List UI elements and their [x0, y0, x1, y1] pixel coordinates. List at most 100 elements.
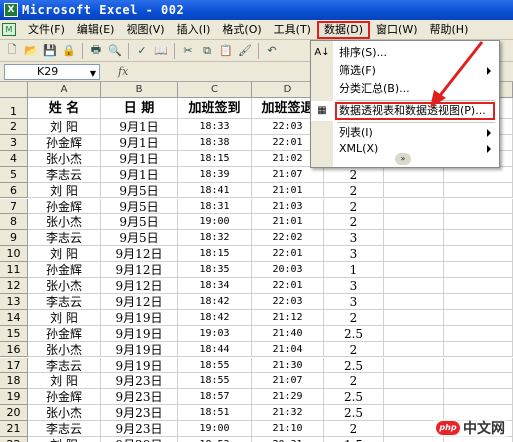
table-cell[interactable]: 21:29 [252, 389, 324, 406]
table-cell[interactable]: 21:10 [252, 421, 324, 437]
table-cell[interactable] [444, 389, 513, 406]
table-cell[interactable]: 19:00 [178, 214, 252, 231]
menu-tools[interactable]: 工具(T) [268, 21, 317, 39]
table-cell[interactable]: 孙金辉 [28, 262, 101, 278]
table-cell[interactable]: 21:32 [252, 405, 324, 422]
table-cell[interactable]: 张小杰 [28, 341, 101, 358]
row-header[interactable]: 20 [0, 405, 28, 422]
expand-menu-icon[interactable]: » [395, 153, 411, 165]
table-cell[interactable]: 张小杰 [28, 150, 101, 167]
table-cell[interactable] [444, 293, 513, 310]
table-cell[interactable]: 9月1日 [101, 134, 178, 151]
table-cell[interactable] [384, 214, 444, 231]
row-header[interactable]: 22 [0, 437, 28, 442]
menu-insert[interactable]: 插入(I) [171, 21, 217, 39]
table-cell[interactable]: 李志云 [28, 357, 101, 374]
table-cell[interactable] [444, 246, 513, 263]
table-cell[interactable] [444, 278, 513, 294]
row-header[interactable]: 2 [0, 119, 28, 135]
table-cell[interactable]: 李志云 [28, 166, 101, 183]
excel-app-icon[interactable]: X [4, 3, 18, 17]
table-cell[interactable]: 2.5 [324, 389, 384, 406]
table-cell[interactable]: 18:34 [178, 278, 252, 294]
row-header[interactable]: 15 [0, 325, 28, 342]
table-cell[interactable]: 21:01 [252, 182, 324, 199]
table-cell[interactable]: 21:07 [252, 373, 324, 390]
new-icon[interactable]: 🗋 [4, 43, 20, 59]
table-cell[interactable] [384, 293, 444, 310]
table-cell[interactable]: 21:40 [252, 325, 324, 342]
table-cell[interactable]: 9月5日 [101, 182, 178, 199]
table-cell[interactable]: 2.5 [324, 325, 384, 342]
table-cell[interactable] [384, 389, 444, 406]
row-header[interactable]: 16 [0, 341, 28, 358]
table-cell[interactable]: 18:42 [178, 309, 252, 326]
menu-format[interactable]: 格式(O) [216, 21, 267, 39]
table-cell[interactable]: 刘 阳 [28, 182, 101, 199]
column-header-b[interactable]: B [101, 82, 178, 98]
format-painter-icon[interactable]: 🖌 [237, 43, 253, 59]
column-header-a[interactable]: A [28, 82, 101, 98]
table-cell[interactable]: 22:02 [252, 230, 324, 247]
table-cell[interactable]: 1.5 [324, 437, 384, 442]
table-cell[interactable]: 22:01 [252, 246, 324, 263]
table-cell[interactable]: 20:03 [252, 262, 324, 278]
row-header[interactable]: 14 [0, 309, 28, 326]
table-cell[interactable]: 18:31 [178, 198, 252, 215]
table-cell[interactable]: 21:01 [252, 214, 324, 231]
table-cell[interactable]: 9月19日 [101, 357, 178, 374]
table-cell[interactable]: 2 [324, 214, 384, 231]
table-cell[interactable]: 李志云 [28, 421, 101, 437]
row-header[interactable]: 5 [0, 166, 28, 183]
table-cell[interactable]: 18:32 [178, 230, 252, 247]
table-cell[interactable]: 日 期 [101, 98, 178, 119]
table-cell[interactable]: 刘 阳 [28, 309, 101, 326]
table-cell[interactable]: 2 [324, 341, 384, 358]
table-cell[interactable]: 李志云 [28, 230, 101, 247]
table-cell[interactable]: 21:30 [252, 357, 324, 374]
select-all-corner[interactable] [0, 82, 28, 98]
chevron-down-icon[interactable]: ▼ [90, 67, 96, 81]
menu-item-sort[interactable]: A↓ 排序(S)... [311, 43, 499, 63]
table-cell[interactable]: 9月23日 [101, 373, 178, 390]
table-cell[interactable] [384, 166, 444, 183]
table-cell[interactable]: 9月1日 [101, 150, 178, 167]
table-cell[interactable]: 1 [324, 262, 384, 278]
table-cell[interactable]: 21:07 [252, 166, 324, 183]
open-icon[interactable]: 📂 [23, 43, 39, 59]
table-cell[interactable] [384, 341, 444, 358]
table-cell[interactable]: 18:53 [178, 437, 252, 442]
row-header[interactable]: 11 [0, 262, 28, 278]
row-header[interactable]: 3 [0, 134, 28, 151]
table-cell[interactable]: 2 [324, 198, 384, 215]
row-header[interactable]: 7 [0, 198, 28, 215]
menu-view[interactable]: 视图(V) [120, 21, 170, 39]
table-cell[interactable]: 18:57 [178, 389, 252, 406]
table-cell[interactable] [444, 357, 513, 374]
table-cell[interactable] [384, 309, 444, 326]
table-cell[interactable]: 2.5 [324, 405, 384, 422]
table-cell[interactable]: 22:03 [252, 293, 324, 310]
table-cell[interactable]: 19:00 [178, 421, 252, 437]
table-cell[interactable]: 张小杰 [28, 214, 101, 231]
table-cell[interactable]: 18:15 [178, 246, 252, 263]
table-cell[interactable]: 9月19日 [101, 309, 178, 326]
table-cell[interactable]: 9月23日 [101, 421, 178, 437]
workbook-icon[interactable]: M [2, 23, 16, 36]
row-header[interactable]: 17 [0, 357, 28, 374]
table-cell[interactable]: 9月5日 [101, 214, 178, 231]
table-cell[interactable]: 2 [324, 309, 384, 326]
table-cell[interactable]: 3 [324, 230, 384, 247]
table-cell[interactable]: 姓 名 [28, 98, 101, 119]
row-header[interactable]: 8 [0, 214, 28, 231]
table-cell[interactable] [444, 373, 513, 390]
menu-item-pivot-table[interactable]: ▦ 数据透视表和数据透视图(P)... [311, 101, 499, 121]
row-header[interactable]: 21 [0, 421, 28, 437]
table-cell[interactable]: 9月23日 [101, 389, 178, 406]
table-cell[interactable]: 9月5日 [101, 198, 178, 215]
table-cell[interactable] [384, 373, 444, 390]
table-cell[interactable]: 18:35 [178, 262, 252, 278]
insert-function-icon[interactable]: fx [118, 65, 128, 78]
table-cell[interactable]: 9月19日 [101, 325, 178, 342]
table-cell[interactable] [444, 230, 513, 247]
